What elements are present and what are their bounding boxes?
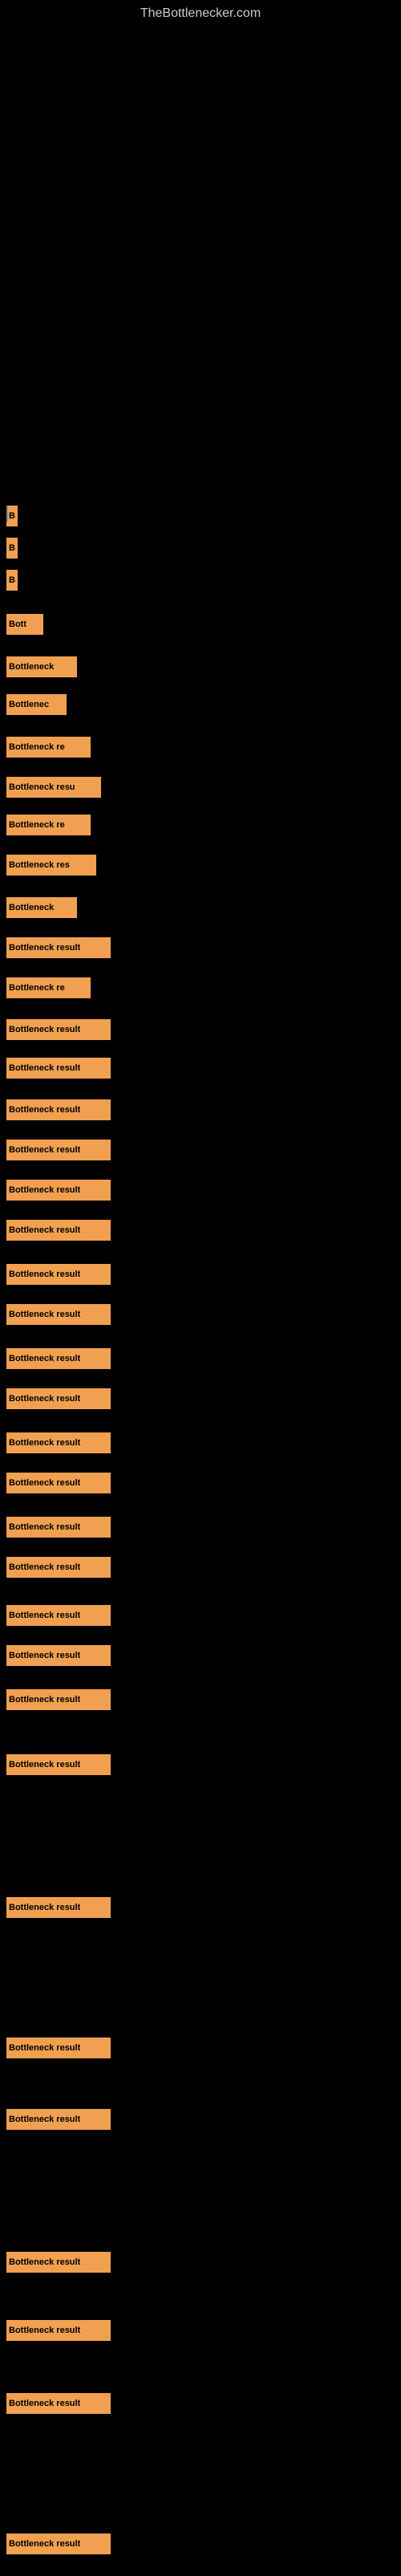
bar-row: Bottleneck resu	[0, 777, 101, 798]
bar-row: Bottlenec	[0, 694, 67, 715]
bar-label: Bottlenec	[9, 700, 49, 709]
bar-row: Bott	[0, 614, 43, 635]
bar-label: Bottleneck result	[9, 1438, 80, 1448]
bar-label: Bottleneck result	[9, 943, 80, 953]
bar-row: B	[0, 506, 18, 526]
bar-label: Bottleneck	[9, 662, 54, 672]
site-title: TheBottlenecker.com	[0, 0, 401, 24]
bar-row: Bottleneck result	[0, 2038, 111, 2058]
bar-label: Bottleneck result	[9, 1695, 80, 1704]
bar-label: Bottleneck	[9, 903, 54, 912]
bar-row: Bottleneck result	[0, 1348, 111, 1369]
bar-label: Bottleneck result	[9, 1354, 80, 1363]
bar-label: Bottleneck result	[9, 2399, 80, 2408]
bar-label: Bottleneck result	[9, 1562, 80, 1572]
bar-row: Bottleneck result	[0, 2252, 111, 2273]
bar-row: Bottleneck result	[0, 1019, 111, 1040]
bar-row: Bottleneck result	[0, 1432, 111, 1453]
bar-row: Bottleneck	[0, 656, 77, 677]
bar-row: Bottleneck re	[0, 977, 91, 998]
bar-label: Bottleneck result	[9, 2257, 80, 2267]
bar-label: Bottleneck re	[9, 820, 65, 830]
bar-label: Bottleneck result	[9, 1063, 80, 1073]
bar-label: Bottleneck result	[9, 1611, 80, 1620]
bar-row: Bottleneck result	[0, 1689, 111, 1710]
bar-label: Bott	[9, 620, 26, 629]
bar-label: Bottleneck result	[9, 1310, 80, 1319]
vertical-line-indicator	[6, 506, 8, 522]
bar-row: Bottleneck result	[0, 1754, 111, 1775]
bar-label: B	[9, 543, 15, 553]
bar-row: Bottleneck result	[0, 1897, 111, 1918]
bar-label: B	[9, 575, 15, 585]
bar-label: Bottleneck res	[9, 860, 70, 870]
bar-row: Bottleneck result	[0, 937, 111, 958]
bar-row: Bottleneck result	[0, 2533, 111, 2554]
bar-label: Bottleneck result	[9, 1025, 80, 1034]
bar-row: Bottleneck result	[0, 1220, 111, 1241]
bar-label: Bottleneck result	[9, 1270, 80, 1279]
chart-background	[0, 24, 401, 506]
bar-row: Bottleneck result	[0, 1058, 111, 1079]
bar-label: Bottleneck result	[9, 1760, 80, 1769]
bar-row: Bottleneck result	[0, 1605, 111, 1626]
bar-row: Bottleneck result	[0, 1140, 111, 1160]
bar-label: Bottleneck result	[9, 2539, 80, 2549]
bar-label: Bottleneck result	[9, 1225, 80, 1235]
bar-row: Bottleneck result	[0, 1473, 111, 1493]
bar-label: Bottleneck result	[9, 1105, 80, 1115]
bar-label: Bottleneck result	[9, 1185, 80, 1195]
bar-label: B	[9, 511, 15, 521]
bar-label: Bottleneck result	[9, 1651, 80, 1660]
bar-row: Bottleneck result	[0, 1645, 111, 1666]
bar-row: Bottleneck result	[0, 1557, 111, 1578]
bar-row: Bottleneck result	[0, 1304, 111, 1325]
bar-row: Bottleneck re	[0, 737, 91, 758]
bar-row: Bottleneck result	[0, 1099, 111, 1120]
bar-row: Bottleneck result	[0, 1180, 111, 1201]
bar-row: Bottleneck re	[0, 815, 91, 835]
bar-row: Bottleneck	[0, 897, 77, 918]
bar-row: B	[0, 570, 18, 591]
bar-row: Bottleneck result	[0, 2393, 111, 2414]
bar-row: Bottleneck res	[0, 855, 96, 876]
bar-label: Bottleneck result	[9, 1478, 80, 1488]
bar-label: Bottleneck result	[9, 1522, 80, 1532]
bars-container: B B B Bott Bottleneck Bottlenec Bottleneck re B…	[0, 506, 401, 2576]
bar-row: B	[0, 538, 18, 559]
bar-row: Bottleneck result	[0, 1517, 111, 1538]
bar-row: Bottleneck result	[0, 2320, 111, 2341]
bar-row: Bottleneck result	[0, 1264, 111, 1285]
bar-label: Bottleneck result	[9, 1145, 80, 1155]
bar-label: Bottleneck result	[9, 1903, 80, 1912]
bar-row: Bottleneck result	[0, 1388, 111, 1409]
bar-label: Bottleneck result	[9, 2043, 80, 2053]
bar-row: Bottleneck result	[0, 2109, 111, 2130]
bar-label: Bottleneck re	[9, 742, 65, 752]
bar-label: Bottleneck result	[9, 2115, 80, 2124]
bar-label: Bottleneck result	[9, 2326, 80, 2335]
bar-label: Bottleneck result	[9, 1394, 80, 1404]
bar-label: Bottleneck re	[9, 983, 65, 993]
bar-label: Bottleneck resu	[9, 782, 75, 792]
